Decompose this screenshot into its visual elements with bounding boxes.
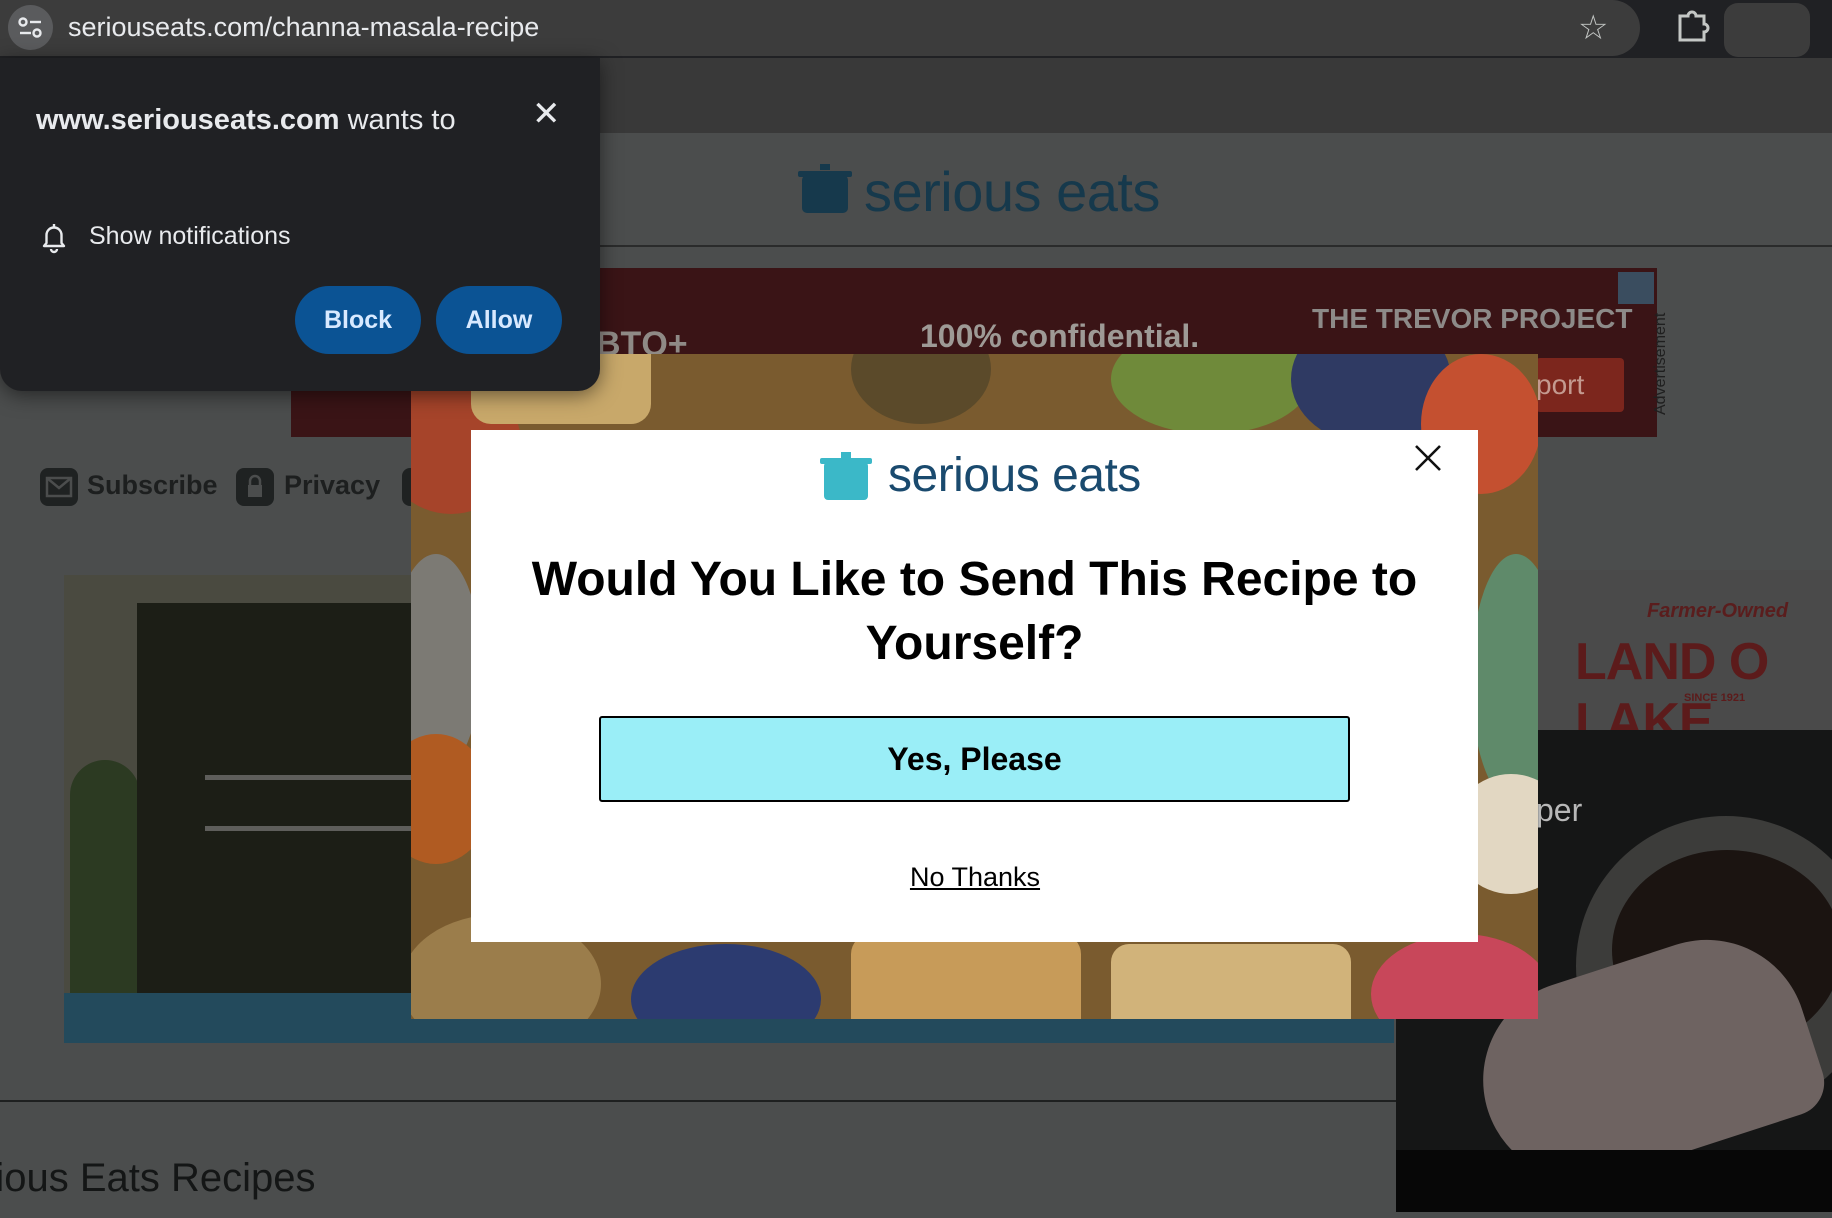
mail-icon[interactable] <box>40 468 78 506</box>
bookmark-star-icon[interactable]: ☆ <box>1578 8 1608 48</box>
allow-button[interactable]: Allow <box>436 286 562 354</box>
site-logo-pot-icon[interactable] <box>798 160 852 221</box>
modal-heading: Would You Like to Send This Recipe to Yo… <box>531 553 1418 670</box>
permission-close-icon[interactable]: ✕ <box>532 96 561 132</box>
modal-logo-text: serious eats <box>888 449 1141 502</box>
permission-title: www.seriouseats.com wants to <box>36 97 476 143</box>
extensions-icon[interactable] <box>1672 6 1714 50</box>
side-ad-tagline: Farmer-Owned <box>1647 600 1789 622</box>
food-plate <box>1111 354 1311 434</box>
no-thanks-link[interactable]: No Thanks <box>780 862 1170 893</box>
ad-label: Advertisement <box>1652 312 1669 415</box>
food-bowl <box>1371 934 1538 1019</box>
section-divider <box>0 1100 1396 1102</box>
permission-wants-to: wants to <box>339 104 456 136</box>
hero-fence <box>205 775 411 831</box>
block-button[interactable]: Block <box>295 286 421 354</box>
show-notifications-label: Show notifications <box>89 222 291 250</box>
food-tamales <box>851 934 1081 1019</box>
yes-please-button[interactable]: Yes, Please <box>599 716 1350 802</box>
ad-org-name: THE TREVOR PROJECT <box>1312 303 1633 334</box>
ad-choices-icon[interactable] <box>1618 272 1654 304</box>
food-tamales <box>1111 944 1351 1019</box>
permission-site: www.seriouseats.com <box>36 104 340 136</box>
modal-logo-pot-icon <box>820 450 872 507</box>
video-overlay-text: per <box>1536 792 1583 828</box>
bell-icon <box>40 222 68 254</box>
site-logo-text[interactable]: serious eats <box>864 160 1160 224</box>
subscribe-link[interactable]: Subscribe <box>87 470 218 501</box>
url-text[interactable]: seriouseats.com/channa-masala-recipe <box>68 9 539 45</box>
modal-close-icon[interactable] <box>1410 440 1446 476</box>
profile-button[interactable] <box>1724 3 1810 57</box>
ad-tagline: 100% confidential. <box>920 318 1200 354</box>
lock-icon[interactable] <box>236 468 274 506</box>
hero-tree <box>70 760 140 1000</box>
video-bottom-bar <box>1396 1150 1832 1212</box>
section-title: rious Eats Recipes <box>0 1156 316 1200</box>
side-ad-since: SINCE 1921 <box>1684 692 1746 704</box>
food-plate <box>631 944 821 1019</box>
food-bowl <box>851 354 991 424</box>
site-info-icon[interactable] <box>8 5 53 50</box>
ad-cta-label: port <box>1536 369 1585 400</box>
privacy-link[interactable]: Privacy <box>284 470 380 501</box>
food-cloth <box>1471 554 1538 804</box>
